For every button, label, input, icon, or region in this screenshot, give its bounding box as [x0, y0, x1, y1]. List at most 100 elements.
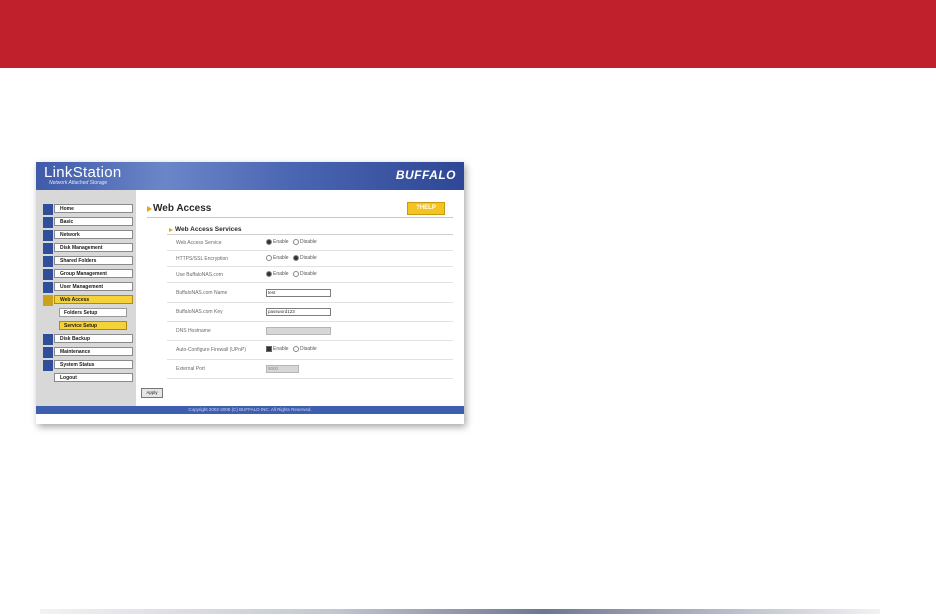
sidebar-item-label: Disk Backup: [54, 334, 133, 343]
sidebar-item-web-access[interactable]: Web Access: [43, 295, 133, 306]
radio-on-icon: [266, 271, 272, 277]
footer-spacer: [36, 414, 464, 424]
radio-disable[interactable]: Disable: [292, 239, 317, 246]
group-icon: [43, 269, 53, 280]
sidebar-item-group-management[interactable]: Group Management: [43, 269, 133, 280]
status-icon: [43, 360, 53, 371]
radio-enable[interactable]: Enable: [266, 271, 289, 277]
buffalonas-key-input[interactable]: password123: [266, 308, 331, 316]
sidebar-item-basic[interactable]: Basic: [43, 217, 133, 228]
brand-subtitle: Network Attached Storage: [49, 180, 108, 186]
field-label: DNS Hostname: [176, 328, 211, 334]
sidebar-item-label: Logout: [54, 373, 133, 382]
screenshot-footer: Copyright 2002-2008 (C) BUFFALO INC. All…: [36, 406, 464, 414]
radio-group: Enable Disable: [266, 255, 320, 261]
brand-logo: LinkStation: [44, 164, 122, 181]
radio-off-icon: [292, 271, 299, 277]
sidebar-subitem-folders-setup[interactable]: Folders Setup: [59, 308, 127, 317]
sidebar-item-label: Home: [54, 204, 133, 213]
radio-group: Enable Disable: [266, 346, 320, 352]
field-label: External Port: [176, 366, 205, 372]
row-web-access-service: Web Access Service Enable Disable: [167, 236, 453, 251]
radio-label: Enable: [273, 239, 289, 246]
sidebar-item-system-status[interactable]: System Status: [43, 360, 133, 371]
radio-label: Disable: [299, 239, 317, 246]
row-https: HTTPS/SSL Encryption Enable Disable: [167, 252, 453, 267]
radio-enable[interactable]: Enable: [266, 239, 289, 245]
sidebar: Home Basic Network Disk Management Share…: [36, 190, 136, 406]
arrow-icon: [147, 206, 152, 212]
user-icon: [43, 282, 53, 293]
row-buffalonas-key: BuffaloNAS.com Key password123: [167, 303, 453, 322]
radio-off-icon: [292, 239, 299, 245]
maintenance-icon: [43, 347, 53, 358]
field-label: Web Access Service: [176, 240, 222, 246]
field-label: Use BuffaloNAS.com: [176, 272, 223, 278]
radio-label: Disable: [299, 255, 317, 262]
sidebar-subitem-service-setup[interactable]: Service Setup: [59, 321, 127, 330]
row-external-port: External Port 9000: [167, 360, 453, 379]
section-divider: [167, 234, 453, 235]
radio-enable[interactable]: Enable: [266, 255, 289, 261]
folder-icon: [43, 256, 53, 267]
radio-group: Enable Disable: [266, 239, 320, 245]
radio-disable[interactable]: Disable: [292, 346, 317, 353]
sidebar-item-maintenance[interactable]: Maintenance: [43, 347, 133, 358]
sidebar-item-shared-folders[interactable]: Shared Folders: [43, 256, 133, 267]
radio-off-icon: [292, 346, 299, 352]
radio-group: Enable Disable: [266, 271, 320, 277]
checkbox-enable[interactable]: Enable: [266, 346, 289, 352]
sidebar-item-user-management[interactable]: User Management: [43, 282, 133, 293]
disk-icon: [43, 243, 53, 254]
checkbox-label: Enable: [273, 346, 289, 353]
sidebar-item-label: Group Management: [54, 269, 133, 278]
radio-on-icon: [266, 239, 272, 245]
sidebar-item-network[interactable]: Network: [43, 230, 133, 241]
title-divider: [147, 217, 453, 218]
web-access-icon: [43, 295, 53, 306]
home-icon: [43, 204, 53, 215]
radio-label: Disable: [299, 271, 317, 278]
sidebar-item-label: Shared Folders: [54, 256, 133, 265]
screenshot-header: LinkStation Network Attached Storage BUF…: [36, 162, 464, 190]
backup-icon: [43, 334, 53, 345]
radio-label: Disable: [299, 346, 317, 353]
sidebar-item-disk-backup[interactable]: Disk Backup: [43, 334, 133, 345]
radio-on-icon: [292, 255, 299, 261]
main-content: Web Access ?HELP Web Access Services Web…: [136, 190, 464, 406]
sidebar-item-label: Network: [54, 230, 133, 239]
external-port-input: 9000: [266, 365, 299, 373]
top-banner: [0, 0, 936, 68]
sidebar-item-logout[interactable]: Logout: [43, 373, 133, 384]
linkstation-screenshot: LinkStation Network Attached Storage BUF…: [36, 162, 464, 424]
sidebar-item-label: Maintenance: [54, 347, 133, 356]
apply-button[interactable]: Apply: [141, 388, 163, 398]
buffalonas-name-input[interactable]: test: [266, 289, 331, 297]
radio-label: Enable: [273, 271, 289, 278]
radio-off-icon: [266, 255, 272, 261]
radio-disable[interactable]: Disable: [292, 255, 317, 262]
field-label: HTTPS/SSL Encryption: [176, 256, 229, 262]
row-use-buffalonas: Use BuffaloNAS.com Enable Disable: [167, 268, 453, 283]
sidebar-item-label: Web Access: [54, 295, 133, 304]
field-label: BuffaloNAS.com Key: [176, 309, 223, 315]
arrow-icon: [169, 228, 173, 232]
sidebar-item-disk-management[interactable]: Disk Management: [43, 243, 133, 254]
sidebar-item-label: User Management: [54, 282, 133, 291]
row-buffalonas-name: BuffaloNAS.com Name test: [167, 284, 453, 303]
sidebar-item-home[interactable]: Home: [43, 204, 133, 215]
radio-label: Enable: [273, 255, 289, 262]
bottom-rule: [40, 609, 880, 614]
sidebar-item-label: System Status: [54, 360, 133, 369]
row-dns-hostname: DNS Hostname: [167, 322, 453, 341]
field-label: BuffaloNAS.com Name: [176, 290, 228, 296]
help-button[interactable]: ?HELP: [407, 202, 445, 215]
dns-hostname-input: [266, 327, 331, 335]
network-icon: [43, 230, 53, 241]
checkbox-checked-icon: [266, 346, 272, 352]
page-title: Web Access: [153, 203, 212, 214]
radio-disable[interactable]: Disable: [292, 271, 317, 278]
section-title: Web Access Services: [175, 226, 242, 233]
maker-logo: BUFFALO: [395, 168, 456, 182]
field-label: Auto-Configure Firewall (UPnP): [176, 347, 247, 353]
